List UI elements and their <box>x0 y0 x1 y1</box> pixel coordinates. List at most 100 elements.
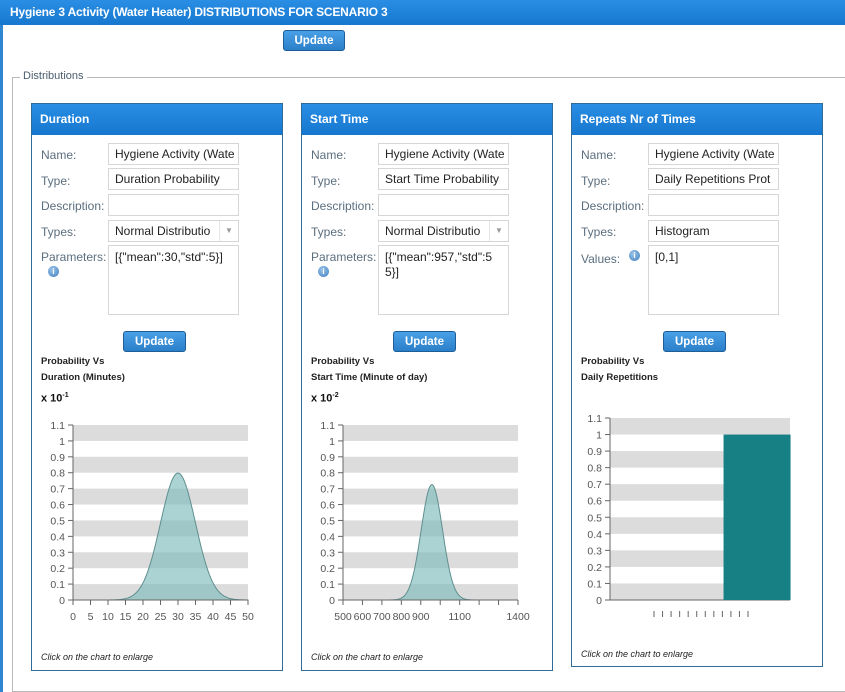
grid-band <box>610 418 790 435</box>
panel-header: Duration <box>32 104 282 135</box>
y-tick-label: 1.1 <box>50 420 65 432</box>
y-tick-label: 0.1 <box>587 578 602 590</box>
types-select-value: Normal Distributio <box>115 224 211 238</box>
description-label: Description: <box>41 199 105 213</box>
type-field[interactable]: Duration Probability <box>108 168 239 190</box>
info-icon[interactable]: i <box>629 250 640 261</box>
scale-exponent: -1 <box>62 392 69 399</box>
types-select[interactable]: Normal Distributio ▼ <box>378 220 509 242</box>
panel-update-button[interactable]: Update <box>663 331 726 352</box>
x-tick-label: 0 <box>651 623 657 624</box>
y-tick-label: 0.4 <box>587 529 602 541</box>
duration-chart[interactable]: 00.10.20.30.40.50.60.70.80.911.10 5 10 15 20… <box>32 409 282 624</box>
types-label: Types: <box>41 225 77 239</box>
panel-update-button[interactable]: Update <box>123 331 186 352</box>
y-tick-label: 0.1 <box>50 579 65 591</box>
description-field[interactable] <box>108 194 239 216</box>
duration-panel: Duration Name: Hygiene Activity (Wate Ty… <box>31 103 283 671</box>
parameters-textarea[interactable]: [{"mean":957,"std":55}] <box>378 245 509 315</box>
enlarge-hint: Click on the chart to enlarge <box>41 652 154 662</box>
info-icon[interactable]: i <box>318 266 329 277</box>
y-tick-label: 0 <box>59 595 65 607</box>
y-tick-label: 0.9 <box>587 446 602 458</box>
x-tick-label: 30 <box>172 611 184 623</box>
panel-update-button[interactable]: Update <box>393 331 456 352</box>
type-label: Type: <box>311 174 341 188</box>
chevron-down-icon[interactable]: ▼ <box>219 221 238 241</box>
x-tick-label: 0.4 <box>681 623 696 624</box>
type-field[interactable]: Daily Repetitions Prot <box>648 168 779 190</box>
enlarge-hint: Click on the chart to enlarge <box>311 652 424 662</box>
x-tick-label: 1400 <box>506 611 530 623</box>
description-field[interactable] <box>648 194 779 216</box>
start-time-chart[interactable]: 0 0.1 0.2 0.3 0.4 0.5 0.6 0.7 0.8 0.9 1 1.1 500 600 70… <box>302 409 552 624</box>
types-label: Types: <box>311 225 347 239</box>
y-tick-label: 0.5 <box>587 512 602 524</box>
y-tick-label: 0.4 <box>320 531 335 543</box>
x-tick-label: 0.6 <box>698 623 713 624</box>
y-tick-label: 1 <box>329 436 335 448</box>
y-tick-label: 0 <box>329 595 335 607</box>
chart-title-line2: Duration (Minutes) <box>41 372 125 383</box>
window-title: Hygiene 3 Activity (Water Heater) DISTRI… <box>10 5 388 19</box>
values-label: Values: <box>581 252 621 266</box>
y-tick-label: 0.2 <box>50 563 65 575</box>
y-tick-label: 1.1 <box>587 413 602 425</box>
y-tick-label: 0.9 <box>50 452 65 464</box>
repetitions-chart[interactable]: 00.10.20.30.40.50.60.70.80.911.100.20.40… <box>572 409 822 624</box>
panel-header: Repeats Nr of Times <box>572 104 822 135</box>
y-tick-label: 0.3 <box>320 547 335 559</box>
y-tick-label: 0.5 <box>50 515 65 527</box>
window-titlebar: Hygiene 3 Activity (Water Heater) DISTRI… <box>0 0 845 25</box>
chart-title-line2: Daily Repetitions <box>581 372 659 383</box>
x-tick-label: 700 <box>373 611 391 623</box>
name-field[interactable]: Hygiene Activity (Wate <box>378 143 509 165</box>
types-select[interactable]: Normal Distributio ▼ <box>108 220 239 242</box>
description-label: Description: <box>581 199 645 213</box>
type-field[interactable]: Start Time Probability <box>378 168 509 190</box>
y-tick-label: 0 <box>596 595 602 607</box>
name-label: Name: <box>311 148 347 162</box>
y-tick-label: 0.2 <box>320 563 335 575</box>
x-tick-label: 40 <box>207 611 219 623</box>
y-tick-label: 0.6 <box>320 500 335 512</box>
x-tick-label: 0.2 <box>664 623 679 624</box>
y-tick-label: 0.3 <box>587 545 602 557</box>
x-tick-label: 25 <box>155 611 167 623</box>
global-update-button[interactable]: Update <box>283 30 345 51</box>
description-field[interactable] <box>378 194 509 216</box>
x-tick-label: 35 <box>190 611 202 623</box>
x-tick-label: 500 <box>334 611 352 623</box>
y-tick-label: 0.5 <box>320 515 335 527</box>
grid-band <box>73 456 248 473</box>
y-tick-label: 1.1 <box>320 420 335 432</box>
x-tick-label: 600 <box>354 611 372 623</box>
scale-base: x 10 <box>311 392 333 405</box>
name-label: Name: <box>581 148 617 162</box>
types-select-value: Normal Distributio <box>385 224 481 238</box>
type-label: Type: <box>41 174 71 188</box>
info-icon[interactable]: i <box>48 266 59 277</box>
x-tick-label: 10 <box>102 611 114 623</box>
x-tick-label: 45 <box>225 611 237 623</box>
scale-base: x 10 <box>41 392 63 405</box>
chevron-down-icon[interactable]: ▼ <box>489 221 508 241</box>
fieldset-legend: Distributions <box>20 70 87 82</box>
y-tick-label: 0.4 <box>50 531 65 543</box>
left-accent-stripe <box>0 25 3 692</box>
y-tick-label: 0.7 <box>320 484 335 496</box>
name-field[interactable]: Hygiene Activity (Wate <box>108 143 239 165</box>
grid-band <box>73 488 248 505</box>
name-field[interactable]: Hygiene Activity (Wate <box>648 143 779 165</box>
x-tick-label: 1100 <box>448 611 471 623</box>
x-tick-label: 5 <box>88 611 94 623</box>
y-tick-label: 0.8 <box>320 468 335 480</box>
values-textarea[interactable]: [0,1] <box>648 245 779 315</box>
chart-title-line1: Probability Vs <box>311 356 375 367</box>
types-field[interactable]: Histogram <box>648 220 779 242</box>
x-tick-label: 20 <box>137 611 149 623</box>
parameters-textarea[interactable]: [{"mean":30,"std":5}] <box>108 245 239 315</box>
repeats-panel: Repeats Nr of Times Name: Hygiene Activi… <box>571 103 823 667</box>
enlarge-hint: Click on the chart to enlarge <box>581 649 694 659</box>
types-label: Types: <box>581 225 617 239</box>
